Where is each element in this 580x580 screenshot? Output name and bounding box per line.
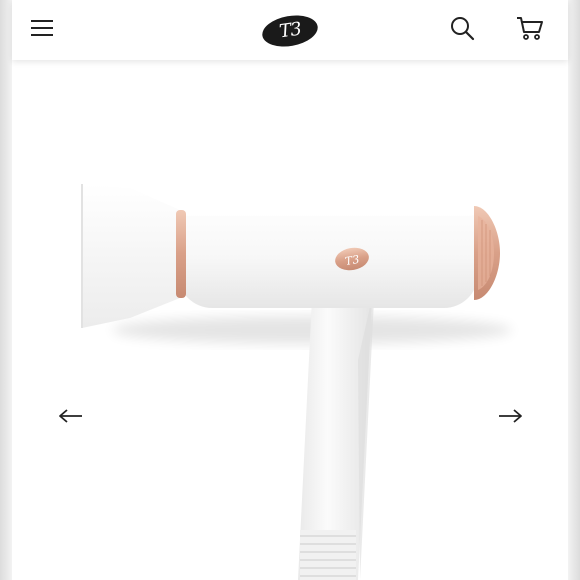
left-edge bbox=[0, 0, 12, 580]
logo-badge-icon bbox=[262, 15, 318, 47]
search-icon bbox=[449, 15, 475, 46]
site-header: T3 bbox=[12, 0, 568, 60]
brand-logo[interactable]: T3 bbox=[260, 10, 320, 50]
search-button[interactable] bbox=[444, 12, 480, 48]
arrow-right-icon bbox=[497, 408, 523, 429]
page: T3 T3 bbox=[0, 0, 580, 580]
nozzle-rose-gold-ring bbox=[176, 210, 186, 298]
hamburger-menu-icon bbox=[30, 18, 54, 43]
dryer-cord-sleeve bbox=[300, 530, 356, 580]
dryer-nozzle bbox=[81, 184, 180, 328]
app-frame: T3 T3 bbox=[12, 0, 568, 580]
previous-image-button[interactable] bbox=[53, 400, 89, 436]
cart-button[interactable] bbox=[512, 12, 548, 48]
product-gallery: T3 bbox=[12, 60, 568, 580]
cart-icon bbox=[516, 15, 544, 46]
dryer-body bbox=[178, 198, 478, 308]
menu-button[interactable] bbox=[24, 12, 60, 48]
arrow-left-icon bbox=[58, 408, 84, 429]
product-image: T3 bbox=[81, 184, 512, 580]
product-logo-text: T3 bbox=[344, 253, 360, 268]
next-image-button[interactable] bbox=[492, 400, 528, 436]
rear-filter-cap bbox=[474, 206, 500, 300]
right-edge bbox=[568, 0, 580, 580]
